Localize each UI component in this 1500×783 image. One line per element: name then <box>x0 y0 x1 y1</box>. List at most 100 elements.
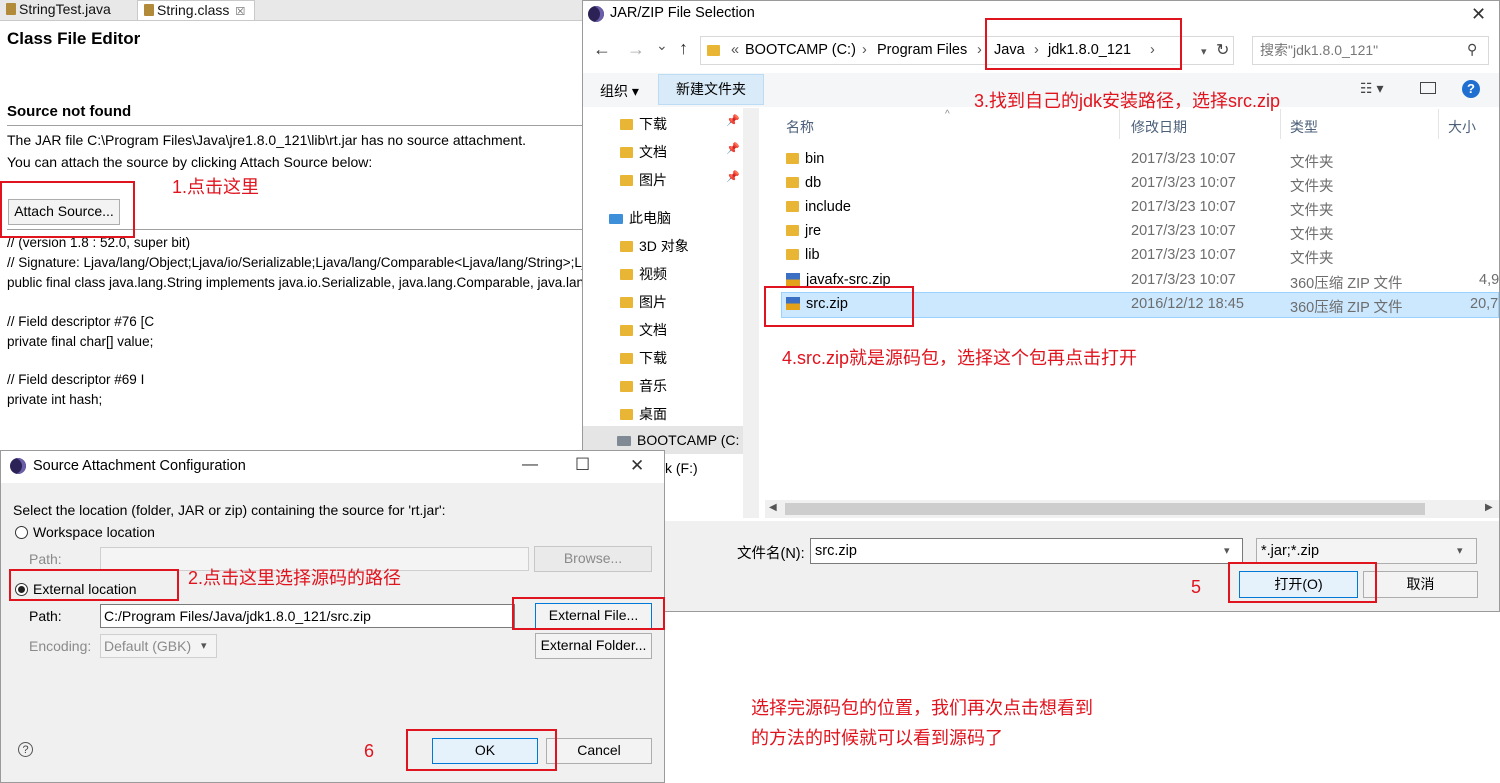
annotation-box-2 <box>9 569 179 601</box>
nav-item-downloads-2[interactable]: 下载 <box>620 348 667 368</box>
chevron-down-icon[interactable]: ▾ <box>1224 539 1230 563</box>
code-line-8: // Field descriptor #69 I <box>7 372 145 387</box>
nav-item-documents[interactable]: 文档 <box>620 142 667 162</box>
nav-item-documents-2[interactable]: 文档 <box>620 320 667 340</box>
preview-pane-icon[interactable] <box>1420 82 1436 94</box>
folder-icon <box>620 353 633 364</box>
cancel-button[interactable]: Cancel <box>546 738 652 764</box>
search-input[interactable]: 搜索"jdk1.8.0_121" <box>1252 36 1489 65</box>
help-icon[interactable]: ? <box>18 742 33 757</box>
source-not-found-heading: Source not found <box>7 103 132 120</box>
code-line-2: // Signature: Ljava/lang/Object;Ljava/io… <box>7 255 582 270</box>
nav-item-drive-f[interactable]: k (F:) <box>665 460 698 476</box>
new-folder-button[interactable]: 新建文件夹 <box>658 74 764 105</box>
minimize-icon[interactable]: — <box>522 456 538 474</box>
column-type[interactable]: 类型 <box>1290 117 1318 137</box>
eclipse-icon <box>588 6 604 22</box>
annotation-step-6: 6 <box>364 741 375 761</box>
annotation-step-3: 3.找到自己的jdk安装路径，选择src.zip <box>974 91 1281 111</box>
folder-icon <box>620 175 633 186</box>
recent-locations-icon[interactable]: ⌄ <box>656 37 668 54</box>
scrollbar-thumb[interactable] <box>785 503 1425 515</box>
crumb-program-files[interactable]: Program Files <box>877 42 967 58</box>
code-line-5: // Field descriptor #76 [C <box>7 314 155 329</box>
browse-button[interactable]: Browse... <box>534 546 652 572</box>
folder-icon <box>786 249 799 260</box>
chevron-down-icon[interactable]: ▾ <box>201 635 207 657</box>
column-separator <box>1438 109 1439 139</box>
pin-icon: 📌 <box>726 115 740 127</box>
external-path-label: Path: <box>29 608 62 624</box>
column-name[interactable]: 名称 <box>786 117 814 137</box>
nav-item-pictures[interactable]: 图片 <box>620 170 667 190</box>
nav-item-pictures-2[interactable]: 图片 <box>620 292 667 312</box>
annotation-box-1 <box>0 181 135 238</box>
back-arrow-icon[interactable]: ← <box>593 39 611 60</box>
refresh-icon[interactable]: ↻ <box>1216 40 1229 60</box>
crumb-bootcamp[interactable]: BOOTCAMP (C:) <box>745 42 856 58</box>
file-row-bin[interactable]: bin 2017/3/23 10:07 文件夹 <box>786 151 1500 171</box>
folder-icon <box>620 325 633 336</box>
cancel-button[interactable]: 取消 <box>1363 571 1478 598</box>
forward-arrow-icon[interactable]: → <box>627 39 645 60</box>
java-file-icon <box>6 3 16 15</box>
annotation-note-line-1: 选择完源码包的位置，我们再次点击想看到 <box>751 698 1093 718</box>
help-icon[interactable]: ? <box>1462 80 1480 98</box>
workspace-location-label: Workspace location <box>33 524 155 540</box>
close-icon[interactable]: ✕ <box>630 456 644 476</box>
folder-icon <box>620 381 633 392</box>
tab-stringtest-java[interactable]: StringTest.java <box>0 0 136 20</box>
column-separator <box>1119 109 1120 139</box>
address-dropdown-icon[interactable]: ▾ <box>1201 45 1207 58</box>
sort-arrow-icon: ^ <box>945 109 950 120</box>
up-arrow-icon[interactable]: ↑ <box>679 38 688 59</box>
encoding-select[interactable]: Default (GBK) ▾ <box>100 634 217 658</box>
annotation-step-2: 2.点击这里选择源码的路径 <box>188 568 402 588</box>
file-type-filter[interactable]: *.jar;*.zip ▾ <box>1256 538 1477 564</box>
folder-icon <box>786 225 799 236</box>
nav-item-3d-objects[interactable]: 3D 对象 <box>620 236 689 256</box>
folder-icon <box>786 201 799 212</box>
file-row-lib[interactable]: lib 2017/3/23 10:07 文件夹 <box>786 247 1500 267</box>
external-folder-button[interactable]: External Folder... <box>535 633 652 659</box>
tab-string-class[interactable]: String.class ☒ <box>137 0 255 20</box>
organize-menu[interactable]: 组织 ▾ <box>600 81 639 101</box>
folder-icon <box>620 147 633 158</box>
nav-item-this-pc[interactable]: 此电脑 <box>609 208 671 228</box>
file-row-jre[interactable]: jre 2017/3/23 10:07 文件夹 <box>786 223 1500 243</box>
code-line-3: public final class java.lang.String impl… <box>7 275 582 290</box>
nav-item-videos[interactable]: 视频 <box>620 264 667 284</box>
filename-input[interactable]: src.zip ▾ <box>810 538 1243 564</box>
pin-icon: 📌 <box>726 171 740 183</box>
view-options-icon[interactable]: ☷ ▾ <box>1360 80 1383 97</box>
maximize-icon[interactable]: ☐ <box>575 455 590 475</box>
external-path-input[interactable]: C:/Program Files/Java/jdk1.8.0_121/src.z… <box>100 604 515 628</box>
column-date[interactable]: 修改日期 <box>1131 117 1187 137</box>
file-row-db[interactable]: db 2017/3/23 10:07 文件夹 <box>786 175 1500 195</box>
nav-item-music[interactable]: 音乐 <box>620 376 667 396</box>
nav-item-bootcamp[interactable]: BOOTCAMP (C: <box>617 432 739 448</box>
folder-icon <box>620 119 633 130</box>
class-file-icon <box>144 4 154 16</box>
chevron-down-icon[interactable]: ▾ <box>1457 539 1463 563</box>
workspace-radio[interactable] <box>15 526 28 539</box>
editor-title: Class File Editor <box>7 29 141 48</box>
scroll-right-icon[interactable]: ▶ <box>1485 502 1493 513</box>
folder-icon <box>620 241 633 252</box>
folder-icon <box>786 153 799 164</box>
nav-scrollbar[interactable] <box>743 108 759 518</box>
scroll-left-icon[interactable]: ◀ <box>769 502 777 513</box>
column-size[interactable]: 大小 <box>1448 117 1476 137</box>
annotation-box-6 <box>406 729 557 771</box>
encoding-label: Encoding: <box>29 638 92 654</box>
close-icon[interactable]: ✕ <box>1471 4 1486 25</box>
nav-item-downloads[interactable]: 下载 <box>620 114 667 134</box>
close-tab-icon[interactable]: ☒ <box>235 6 245 18</box>
file-list-hscrollbar[interactable]: ◀ ▶ <box>765 500 1499 518</box>
annotation-step-5: 5 <box>1191 577 1202 597</box>
file-row-include[interactable]: include 2017/3/23 10:07 文件夹 <box>786 199 1500 219</box>
filename-label: 文件名(N): <box>737 546 805 562</box>
nav-item-desktop[interactable]: 桌面 <box>620 404 667 424</box>
section-divider <box>7 125 582 126</box>
eclipse-icon <box>10 458 26 474</box>
